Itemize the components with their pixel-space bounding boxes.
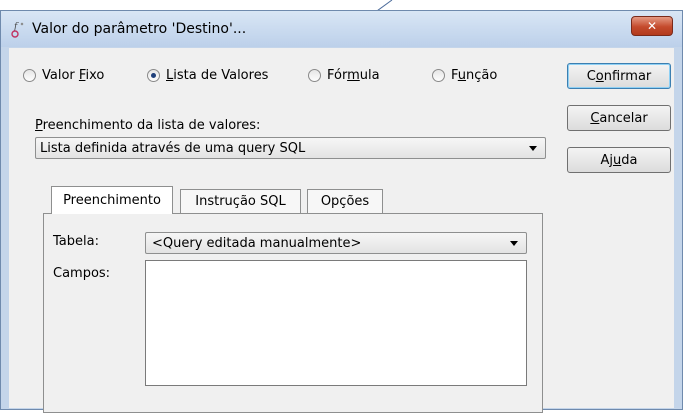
radio-formula-label: Fórmula <box>327 67 380 83</box>
close-icon: ✕ <box>646 19 658 33</box>
fields-textarea[interactable] <box>145 260 527 386</box>
radio-fixed-value-circle[interactable] <box>23 68 36 82</box>
help-button-label-post: da <box>621 152 638 168</box>
cancel-button-accel: C <box>590 110 600 126</box>
fill-list-selected-value: Lista definida através de uma query SQL <box>40 141 306 156</box>
help-button-accel: u <box>613 152 622 168</box>
tab-opcoes[interactable]: Opções <box>307 189 383 213</box>
tab-opcoes-label: Opções <box>320 194 370 209</box>
radio-formula-circle[interactable] <box>308 68 321 82</box>
title-bar[interactable]: f Valor do parâmetro 'Destino'... ✕ <box>1 11 682 47</box>
fill-list-label: Preenchimento da lista de valores: <box>35 118 261 133</box>
chevron-down-icon <box>529 146 537 151</box>
radio-function-label: Função <box>451 67 498 83</box>
radio-fixed-value-label: Valor Fixo <box>42 67 105 83</box>
confirm-button-accel: o <box>595 68 604 84</box>
confirm-button[interactable]: Co nfirmar <box>567 63 671 89</box>
table-chevron-down-icon <box>510 241 518 246</box>
radio-value-list-label: Lista de Valores <box>166 67 269 83</box>
radio-function[interactable]: Função <box>432 66 497 84</box>
parameter-app-icon: f <box>11 22 24 38</box>
tab-instrucao-sql[interactable]: Instrução SQL <box>180 189 301 213</box>
help-button-label-pre: Aj <box>600 152 614 168</box>
cancel-button-label-post: ancelar <box>599 110 648 126</box>
radio-value-list-circle[interactable] <box>147 68 160 82</box>
table-select[interactable]: <Query editada manualmente> <box>145 232 527 254</box>
confirm-button-label-pre: C <box>586 68 596 84</box>
cancel-button[interactable]: Cancelar <box>567 105 671 131</box>
window-title: Valor do parâmetro 'Destino'... <box>32 21 247 37</box>
radio-fixed-value[interactable]: Valor Fixo <box>23 66 104 84</box>
dialog-window: f Valor do parâmetro 'Destino'... ✕ Valo… <box>0 10 683 413</box>
close-button[interactable]: ✕ <box>631 16 673 36</box>
tab-preenchimento[interactable]: Preenchimento <box>51 186 173 214</box>
table-selected-value: <Query editada manualmente> <box>152 236 362 251</box>
radio-function-circle[interactable] <box>432 68 445 82</box>
radio-value-list[interactable]: Lista de Valores <box>147 66 268 84</box>
tab-instrucao-sql-label: Instrução SQL <box>195 194 286 209</box>
fields-label: Campos: <box>53 266 111 281</box>
table-label: Tabela: <box>53 234 99 249</box>
dialog-client: Valor Fixo Lista de Valores Fórmula Funç… <box>9 48 674 413</box>
radio-formula[interactable]: Fórmula <box>308 66 380 84</box>
help-button[interactable]: Aj u da <box>567 147 671 173</box>
fill-list-select[interactable]: Lista definida através de uma query SQL <box>35 137 546 159</box>
confirm-button-label-post: nfirmar <box>603 68 652 84</box>
tab-preenchimento-label: Preenchimento <box>63 193 161 208</box>
